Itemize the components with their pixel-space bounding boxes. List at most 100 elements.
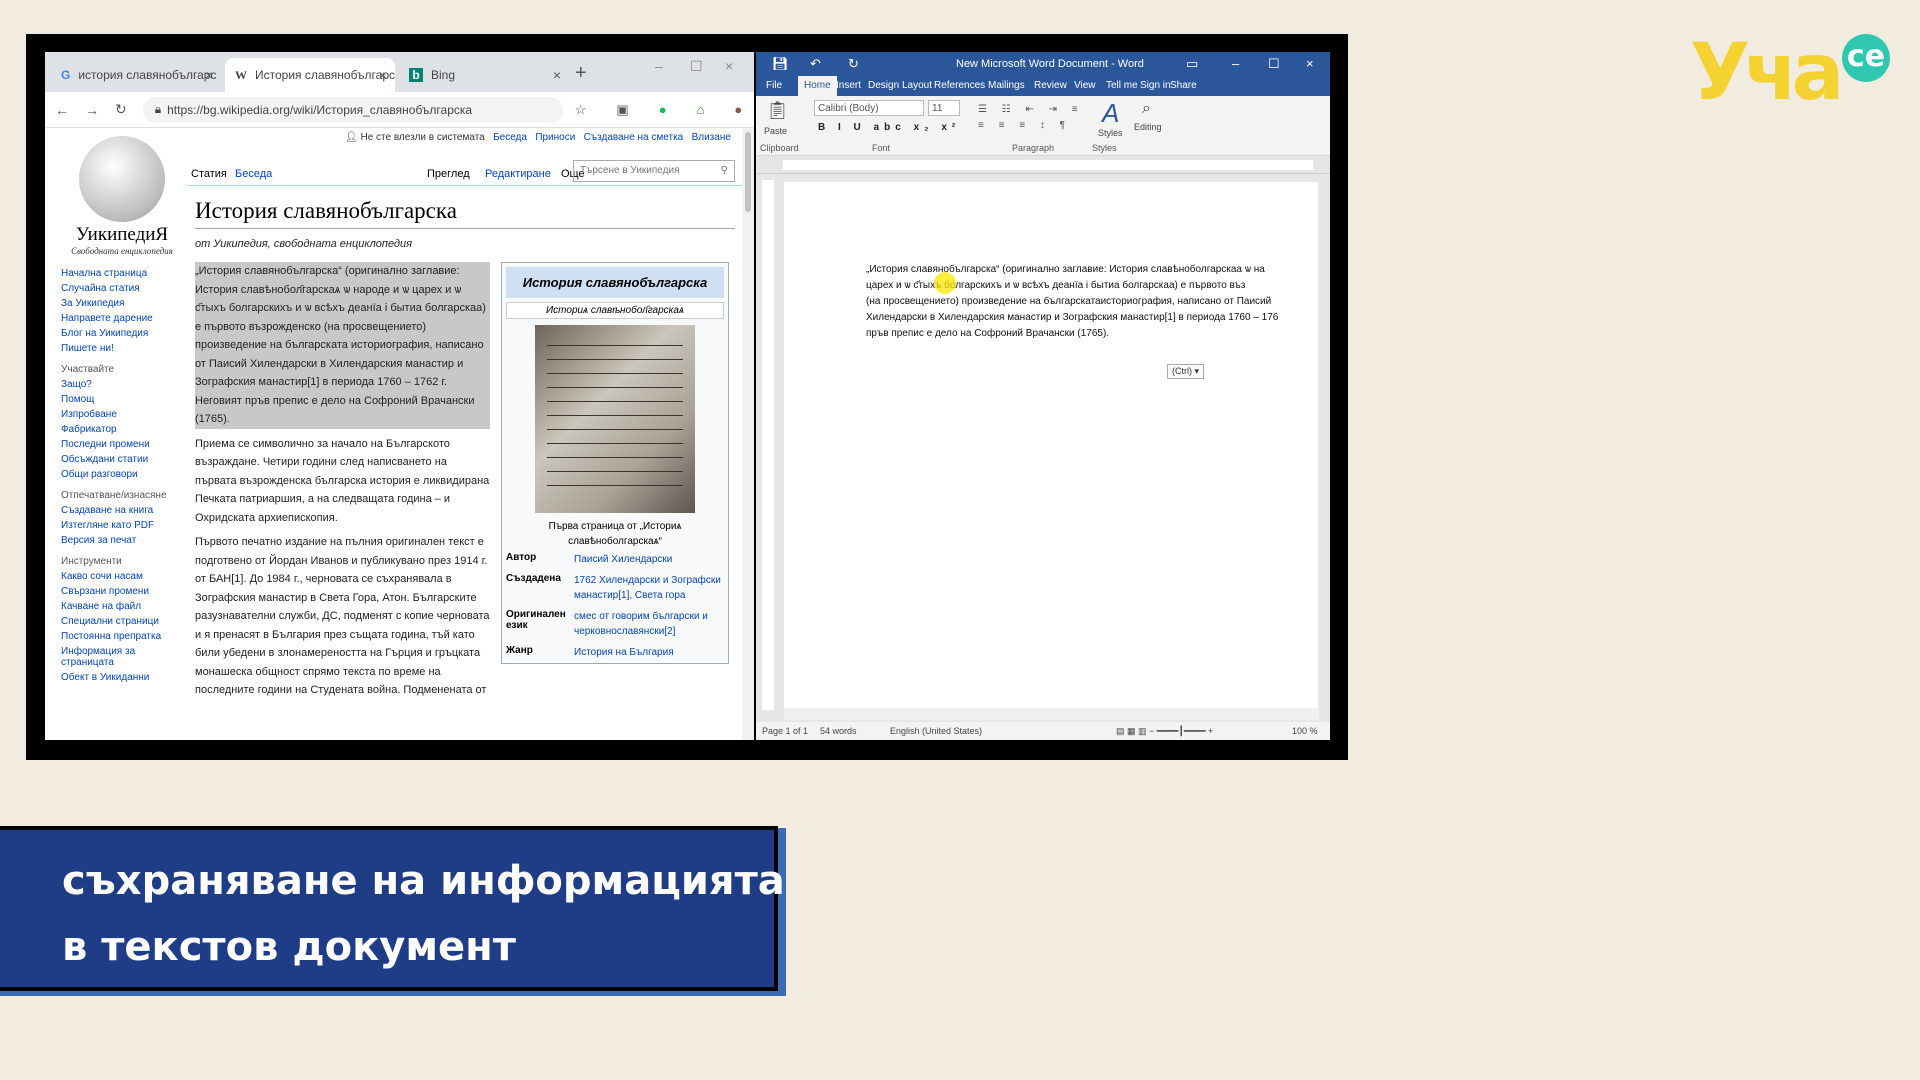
ribbon-tab[interactable]: Review (1034, 80, 1067, 91)
styles-icon[interactable]: A (1102, 98, 1119, 129)
create-account-link[interactable]: Създаване на сметка (584, 132, 684, 143)
tab-edit[interactable]: Редактиране (485, 168, 551, 180)
login-link[interactable]: Влизане (692, 132, 731, 143)
document-page[interactable]: „История славянобългарска“ (оригинално з… (784, 182, 1319, 718)
vertical-ruler[interactable] (762, 180, 774, 710)
vertical-scrollbar[interactable] (1318, 182, 1330, 718)
document-line[interactable]: пръв препис е дело на Софроний Врачански… (866, 326, 1321, 342)
sidebar-item[interactable]: Създаване на книга (61, 505, 181, 516)
ribbon-tab[interactable]: Design (868, 80, 899, 91)
infobox-value[interactable]: История на България (574, 645, 674, 660)
shield-icon[interactable]: ● (659, 102, 667, 118)
document-text[interactable]: „История славянобългарска“ (оригинално з… (866, 262, 1321, 342)
language[interactable]: English (United States) (890, 726, 982, 736)
sidebar-item[interactable]: Фабрикатор (61, 424, 181, 435)
ribbon-tab[interactable]: Share (1170, 80, 1197, 91)
paragraph-2[interactable]: Приема се символично за начало на Българ… (195, 435, 490, 528)
sidebar-item[interactable]: Постоянна препратка (61, 631, 181, 642)
sidebar-item[interactable]: Изпробване (61, 409, 181, 420)
wikipedia-logo[interactable]: УикипедиЯ Свободната енциклопедия (67, 136, 177, 256)
back-icon[interactable]: ← (55, 102, 69, 118)
paragraph-1[interactable]: „История славянобългарска“ (оригинално з… (195, 262, 490, 429)
tab-bing[interactable]: b Bing × (399, 58, 569, 92)
sidebar-item[interactable]: Свързани промени (61, 586, 181, 597)
ribbon-display-icon[interactable]: ▭ (1186, 56, 1198, 72)
avatar[interactable]: ● (734, 102, 742, 118)
page-scrollbar[interactable] (742, 128, 754, 740)
close-icon[interactable]: × (205, 67, 213, 83)
paste-label[interactable]: Paste (764, 126, 787, 136)
zoom-level[interactable]: 100 % (1292, 726, 1318, 736)
tab-article[interactable]: Статия (191, 168, 227, 180)
close-icon[interactable]: × (1306, 56, 1314, 71)
paragraph-buttons[interactable]: ☰ ☷ ⇤ ⇥ ≡ ≡ ≡ ≡ ↕ ¶ (978, 102, 1088, 134)
word-count[interactable]: 54 words (820, 726, 857, 736)
talk-link[interactable]: Беседа (493, 132, 527, 143)
contributions-link[interactable]: Приноси (535, 132, 575, 143)
sidebar-item[interactable]: Обсъждани статии (61, 454, 181, 465)
close-icon[interactable]: × (379, 67, 387, 83)
font-size-box[interactable]: 11 (928, 100, 960, 116)
sidebar-item[interactable]: Случайна статия (61, 283, 181, 294)
ribbon-tab[interactable]: References (934, 80, 985, 91)
document-line[interactable]: Хилендарски в Хилендарския манастир и Зо… (866, 310, 1321, 326)
home-icon[interactable]: ⌂ (697, 102, 705, 118)
format-buttons[interactable]: B I U abc x₂ x² (818, 122, 960, 133)
infobox-value[interactable]: Паисий Хилендарски (574, 552, 672, 567)
redo-icon[interactable]: ↻ (848, 56, 859, 72)
sidebar-item[interactable]: За Уикипедия (61, 298, 181, 309)
ribbon-tab[interactable]: View (1074, 80, 1096, 91)
sidebar-item[interactable]: Пишете ни! (61, 343, 181, 354)
minimize-icon[interactable]: – (655, 58, 663, 74)
ribbon-tab[interactable]: Layout (902, 80, 932, 91)
paste-icon[interactable]: 📋︎ (766, 100, 789, 121)
ribbon-tab[interactable]: Mailings (988, 80, 1025, 91)
find-icon[interactable]: ⌕ (1142, 100, 1151, 118)
zoom-slider[interactable]: ▤ ▦ ▥ − ━━━━┃━━━━ + (1116, 726, 1213, 737)
tab-talk[interactable]: Беседа (235, 168, 272, 180)
sidebar-item[interactable]: Версия за печат (61, 535, 181, 546)
paste-options-button[interactable]: (Ctrl) ▾ (1167, 364, 1205, 379)
sidebar-item[interactable]: Начална страница (61, 268, 181, 279)
sidebar-item[interactable]: Изтегляне като PDF (61, 520, 181, 531)
infobox-value[interactable]: 1762 Хилендарски и Зографски манастир[1]… (574, 573, 724, 603)
sidebar-item[interactable]: Обект в Уикиданни (61, 672, 181, 683)
ribbon-tab[interactable]: Insert (836, 80, 861, 91)
sidebar-item[interactable]: Специални страници (61, 616, 181, 627)
minimize-icon[interactable]: – (1232, 56, 1239, 71)
new-tab-button[interactable]: + (575, 62, 587, 85)
page-count[interactable]: Page 1 of 1 (762, 726, 808, 736)
document-line[interactable]: „История славянобългарска“ (оригинално з… (866, 262, 1321, 278)
manuscript-image[interactable] (535, 325, 695, 513)
extension-icon[interactable]: ▣ (616, 102, 628, 118)
horizontal-ruler[interactable] (756, 156, 1330, 174)
search-icon[interactable]: ⚲ (721, 165, 728, 176)
ribbon-tab[interactable]: Tell me (1106, 80, 1138, 91)
address-bar[interactable]: 🔒︎ https://bg.wikipedia.org/wiki/История… (142, 96, 563, 123)
tab-google[interactable]: G история славянобългарс × (51, 58, 221, 92)
sidebar-item[interactable]: Защо? (61, 379, 181, 390)
tab-wikipedia[interactable]: W История славянобългарс × (225, 58, 395, 92)
undo-icon[interactable]: ↶ (810, 56, 821, 72)
sidebar-item[interactable]: Помощ (61, 394, 181, 405)
ribbon-tab[interactable]: File (766, 80, 782, 91)
infobox-value[interactable]: смес от говорим български и черковнослав… (574, 609, 724, 639)
document-line[interactable]: (на просвещението) произведение на бълга… (866, 294, 1321, 310)
styles-button-label[interactable]: Styles (1098, 128, 1123, 138)
maximize-icon[interactable]: ☐ (690, 58, 703, 75)
font-name-box[interactable]: Calibri (Body) (814, 100, 924, 116)
close-window-icon[interactable]: × (725, 58, 733, 74)
sidebar-item[interactable]: Последни промени (61, 439, 181, 450)
sidebar-item[interactable]: Информация за страницата (61, 646, 181, 668)
sidebar-item[interactable]: Качване на файл (61, 601, 181, 612)
paragraph-3[interactable]: Първото печатно издание на пълния оригин… (195, 533, 490, 700)
editing-label[interactable]: Editing (1134, 122, 1162, 132)
reload-icon[interactable]: ↻ (115, 101, 127, 118)
wiki-search-input[interactable]: Търсене в Уикипедия ⚲ (573, 160, 735, 182)
sidebar-item[interactable]: Какво сочи насам (61, 571, 181, 582)
sidebar-item[interactable]: Общи разговори (61, 469, 181, 480)
forward-icon[interactable]: → (85, 102, 99, 118)
star-icon[interactable]: ☆ (575, 102, 587, 118)
save-icon[interactable]: 💾︎ (772, 56, 789, 72)
tab-read[interactable]: Преглед (427, 168, 470, 180)
